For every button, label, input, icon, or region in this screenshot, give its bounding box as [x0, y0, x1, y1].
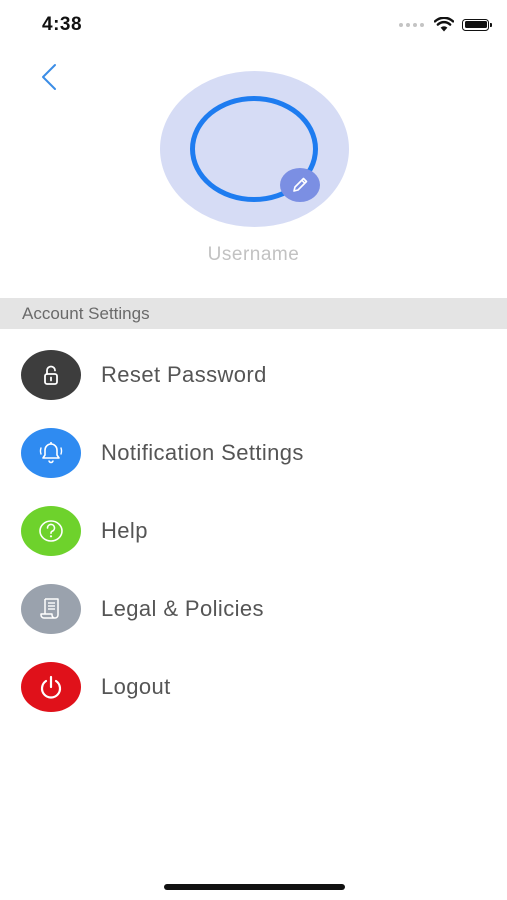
menu-item-notification-settings[interactable]: Notification Settings [0, 414, 507, 492]
chevron-left-icon [42, 64, 56, 90]
unlock-icon [21, 350, 81, 400]
power-icon [21, 662, 81, 712]
menu-item-label: Legal & Policies [101, 596, 264, 621]
document-icon [21, 584, 81, 634]
username-label: Username [207, 244, 300, 265]
back-button[interactable] [36, 60, 66, 94]
menu-item-legal-policies[interactable]: Legal & Policies [0, 570, 507, 648]
status-bar: 4:38 [0, 0, 507, 52]
menu-item-reset-password[interactable]: Reset Password [0, 336, 507, 414]
menu-item-label: Reset Password [101, 362, 267, 387]
section-header-account-settings: Account Settings [0, 298, 507, 329]
menu-item-label: Logout [101, 674, 171, 699]
menu-item-logout[interactable]: Logout [0, 648, 507, 726]
status-icons [399, 17, 492, 32]
status-time: 4:38 [42, 14, 83, 35]
menu-item-label: Notification Settings [101, 440, 304, 465]
home-indicator[interactable] [164, 884, 345, 890]
wifi-icon [434, 17, 454, 32]
question-icon [21, 506, 81, 556]
avatar[interactable] [160, 71, 349, 227]
pencil-icon [293, 177, 308, 192]
settings-menu: Reset Password Notification Settings Hel… [0, 336, 507, 726]
menu-item-label: Help [101, 518, 148, 543]
battery-icon [462, 18, 492, 31]
bell-icon [21, 428, 81, 478]
edit-avatar-button[interactable] [280, 168, 320, 202]
menu-item-help[interactable]: Help [0, 492, 507, 570]
signal-icon [399, 22, 424, 27]
